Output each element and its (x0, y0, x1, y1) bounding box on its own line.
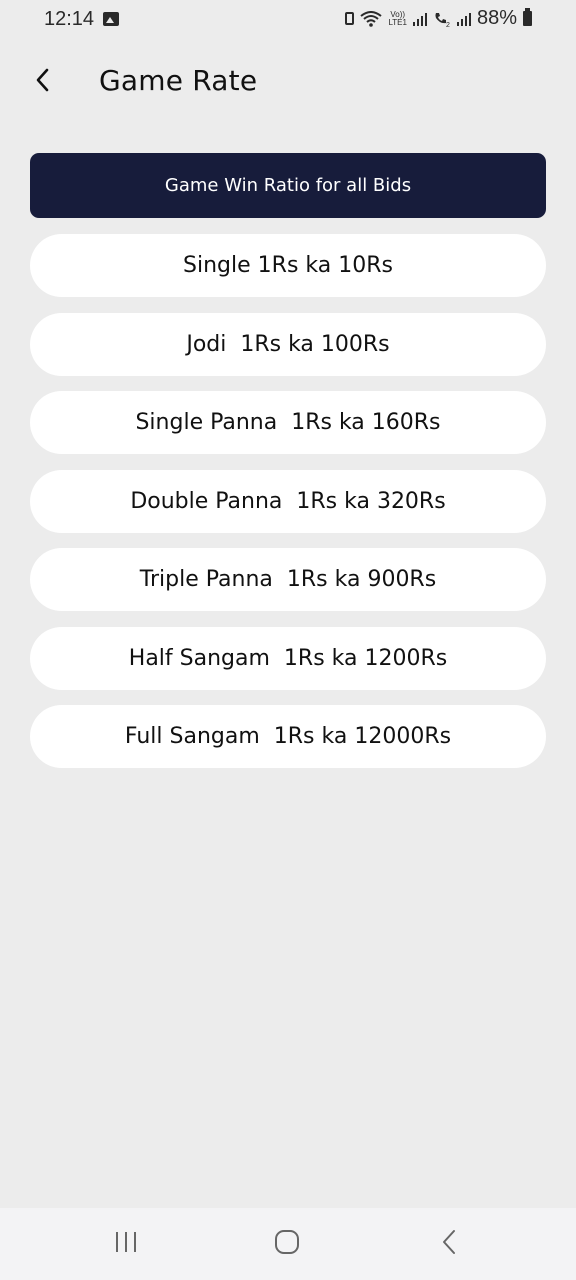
signal-icon-2 (456, 12, 471, 26)
wifi-calling-icon: 2 (433, 11, 451, 27)
chevron-left-icon (34, 67, 50, 97)
rate-list: Single 1Rs ka 10Rs Jodi 1Rs ka 100Rs Sin… (30, 234, 546, 784)
battery-icon (523, 8, 532, 26)
back-button[interactable] (22, 62, 62, 102)
wifi-icon (360, 10, 383, 27)
lte-indicator: Vo)) LTE1 (388, 10, 407, 27)
rate-item-double-panna: Double Panna 1Rs ka 320Rs (30, 469, 546, 533)
status-time: 12:14 (44, 8, 95, 30)
rate-item-full-sangam: Full Sangam 1Rs ka 12000Rs (30, 705, 546, 768)
nav-back-button[interactable] (409, 1208, 489, 1280)
app-header: Game Rate (0, 44, 576, 124)
rate-item-triple-panna: Triple Panna 1Rs ka 900Rs (30, 548, 546, 611)
rate-item-single: Single 1Rs ka 10Rs (30, 234, 546, 297)
back-icon (441, 1229, 457, 1259)
gallery-notification-icon (103, 12, 119, 26)
page-title: Game Rate (99, 64, 258, 97)
rate-item-single-panna: Single Panna 1Rs ka 160Rs (30, 391, 546, 454)
home-icon (274, 1229, 300, 1259)
status-indicators: Vo)) LTE1 2 88% (345, 7, 532, 30)
home-button[interactable] (247, 1208, 327, 1280)
status-bar: 12:14 Vo)) LTE1 2 88% (0, 0, 576, 44)
win-ratio-banner: Game Win Ratio for all Bids (30, 153, 546, 218)
system-nav-bar (0, 1208, 576, 1280)
lte-label: LTE1 (388, 17, 407, 27)
svg-text:2: 2 (446, 22, 450, 27)
battery-percent: 88% (476, 7, 517, 29)
signal-icon (412, 12, 427, 26)
rate-item-half-sangam: Half Sangam 1Rs ka 1200Rs (30, 626, 546, 690)
rate-item-jodi: Jodi 1Rs ka 100Rs (30, 312, 546, 376)
recent-apps-button[interactable] (86, 1208, 166, 1280)
recent-apps-icon (114, 1230, 138, 1258)
sim-icon (345, 12, 355, 25)
